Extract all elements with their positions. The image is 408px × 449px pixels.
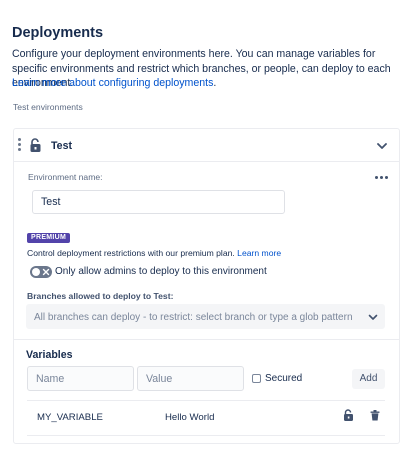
unlock-icon[interactable] <box>343 409 355 422</box>
admin-only-toggle-label: Only allow admins to deploy to this envi… <box>55 266 267 277</box>
chevron-down-icon[interactable] <box>375 139 389 153</box>
variable-row-bottom-divider <box>27 435 385 436</box>
toggle-off-icon <box>42 268 50 276</box>
variable-value: Hello World <box>165 412 215 423</box>
drag-handle-icon[interactable] <box>17 137 23 153</box>
environment-name-label: Environment name: <box>28 172 103 182</box>
add-variable-button[interactable]: Add <box>352 369 385 389</box>
environment-card: Test Environment name: PREMIUM Control d… <box>13 128 400 444</box>
branches-select-placeholder: All branches can deploy - to restrict: s… <box>34 312 353 323</box>
learn-more-line: Learn more about configuring deployments… <box>12 77 216 89</box>
secured-label: Secured <box>265 373 303 384</box>
section-divider <box>14 339 399 340</box>
environment-name-input[interactable] <box>32 190 285 214</box>
premium-badge: PREMIUM <box>27 233 71 243</box>
more-actions-button[interactable] <box>375 175 389 181</box>
chevron-down-icon <box>368 314 378 320</box>
learn-more-link[interactable]: Learn more about configuring deployments <box>12 77 213 89</box>
toggle-knob <box>32 268 40 276</box>
trash-icon[interactable] <box>370 410 380 421</box>
unlock-icon <box>30 138 41 152</box>
secured-checkbox[interactable] <box>252 374 261 383</box>
environment-header[interactable]: Test <box>14 129 399 162</box>
premium-description: Control deployment restrictions with our… <box>27 248 235 258</box>
section-label: Test environments <box>13 102 83 112</box>
variable-name: MY_VARIABLE <box>37 412 103 423</box>
environment-name: Test <box>51 140 72 152</box>
premium-learn-more-link[interactable]: Learn more <box>237 248 281 258</box>
variable-value-input[interactable] <box>137 366 244 391</box>
branches-select[interactable]: All branches can deploy - to restrict: s… <box>26 304 385 329</box>
table-row[interactable]: MY_VARIABLE Hello World <box>27 401 385 435</box>
admin-only-toggle[interactable] <box>30 266 52 278</box>
learn-more-suffix: . <box>213 77 217 89</box>
branches-label: Branches allowed to deploy to Test: <box>27 291 174 301</box>
variable-name-input[interactable] <box>27 366 134 391</box>
page-title: Deployments <box>12 25 104 41</box>
variables-title: Variables <box>26 349 73 361</box>
premium-text: Control deployment restrictions with our… <box>27 248 281 258</box>
